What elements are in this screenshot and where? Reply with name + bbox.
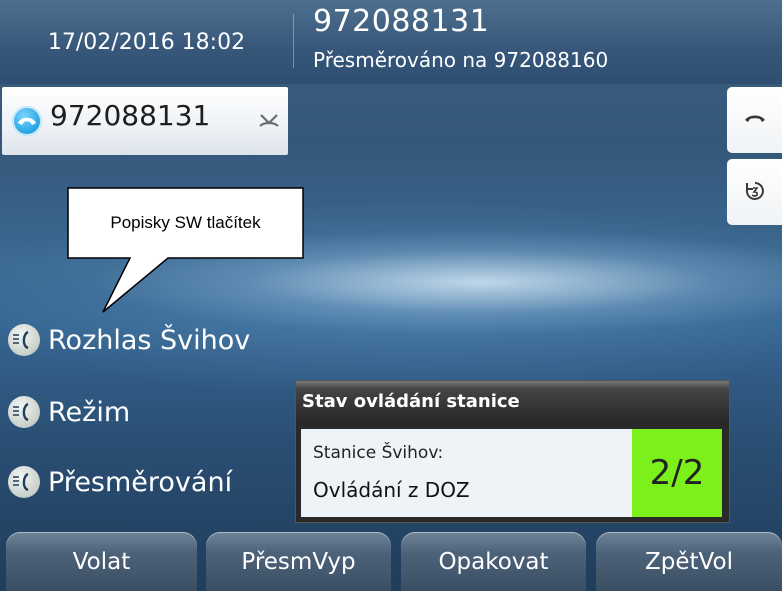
status-mode: Ovládání z DOZ: [313, 478, 470, 502]
line-number: 972088131: [50, 99, 211, 132]
softkey-volat[interactable]: Volat: [6, 532, 197, 591]
status-title-bar: Stav ovládání stanice: [296, 381, 729, 425]
status-popup: Stav ovládání stanice Stanice Švihov: Ov…: [295, 380, 730, 523]
header-divider: [293, 14, 294, 68]
feature-button-rozhlas[interactable]: Rozhlas Švihov: [8, 318, 250, 362]
handset-icon: [12, 106, 42, 136]
status-count-badge: 2/2: [632, 429, 722, 517]
header-bar: 17/02/2016 18:02 972088131 Přesměrováno …: [0, 0, 782, 84]
softkey-opakovat[interactable]: Opakovat: [401, 532, 586, 591]
softkey-presmvyp[interactable]: PřesmVyp: [206, 532, 391, 591]
speaker-icon: [8, 396, 40, 428]
caller-number: 972088131: [313, 4, 490, 39]
status-body: Stanice Švihov: Ovládání z DOZ: [301, 429, 632, 517]
softkey-zpetvol[interactable]: ZpětVol: [596, 532, 782, 591]
datetime: 17/02/2016 18:02: [47, 29, 246, 55]
feature-button-presmerovani[interactable]: Přesměrování: [8, 460, 232, 504]
status-title: Stav ovládání stanice: [302, 391, 520, 412]
status-count: 2/2: [649, 453, 705, 493]
line-button[interactable]: 972088131: [2, 87, 288, 155]
speaker-icon: [8, 466, 40, 498]
feature-label: Rozhlas Švihov: [48, 324, 251, 356]
speaker-icon: [8, 324, 40, 356]
forward-info: Přesměrováno na 972088160: [313, 48, 609, 72]
hangup-icon: [745, 115, 765, 122]
feature-button-rezim[interactable]: Režim: [8, 390, 130, 434]
redial-button[interactable]: [727, 159, 782, 225]
feature-label: Přesměrování: [48, 466, 233, 498]
phone-screen: 17/02/2016 18:02 972088131 Přesměrováno …: [0, 0, 782, 591]
feature-label: Režim: [48, 396, 131, 428]
status-station: Stanice Švihov:: [313, 443, 444, 463]
forward-status-icon: [258, 109, 280, 135]
callout-text: Popisky SW tlačítek: [110, 213, 261, 232]
redial-icon: [745, 182, 764, 200]
end-call-button[interactable]: [727, 87, 782, 153]
